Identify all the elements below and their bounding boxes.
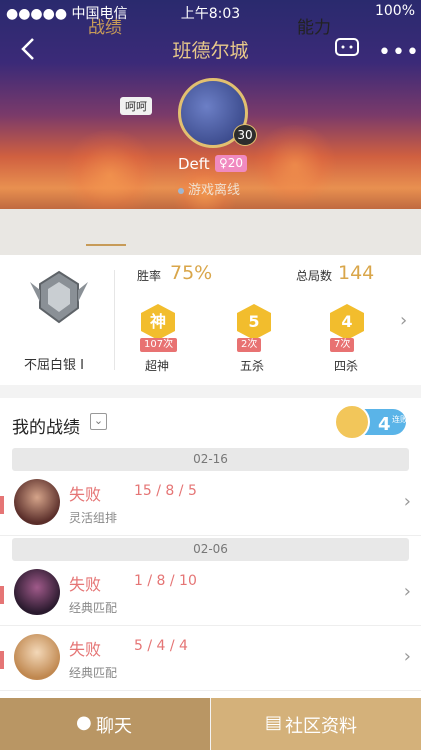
badge-glyph: 4	[330, 304, 364, 340]
filter-dropdown-icon[interactable]: ⌄	[90, 413, 107, 430]
champion-avatar	[14, 479, 60, 525]
firework-decoration	[60, 130, 160, 209]
status-dot-icon	[178, 187, 184, 194]
tab-record[interactable]: 战绩	[88, 13, 122, 38]
level-badge: 30	[233, 124, 257, 146]
history-title: 我的战绩	[12, 418, 80, 438]
community-profile-button[interactable]: ▤ 社区资料	[211, 698, 421, 750]
status-text: 游戏离线	[188, 183, 241, 198]
streak-count: 4	[378, 414, 391, 435]
gender-age-tag: ♀20	[215, 155, 247, 172]
profile-card-icon: ▤	[265, 712, 283, 733]
divider	[114, 270, 115, 370]
match-result: 失败	[69, 575, 102, 594]
match-row[interactable]: 失败 1 / 8 / 10 经典匹配 ›	[0, 563, 421, 626]
losing-streak-badge: 4 连败	[334, 404, 408, 440]
match-row[interactable]: 失败 5 / 4 / 4 经典匹配 ›	[0, 628, 421, 691]
firework-decoration	[250, 125, 340, 205]
champion-avatar	[14, 634, 60, 680]
match-kda: 1 / 8 / 10	[134, 573, 197, 589]
online-status: 游戏离线	[178, 179, 240, 198]
player-name: Deft	[178, 155, 210, 173]
chat-bubble-icon[interactable]	[334, 36, 360, 60]
rank-emblem-icon	[30, 270, 88, 324]
champion-avatar	[14, 569, 60, 615]
bottom-action-bar: ● 聊天 ▤ 社区资料	[0, 698, 421, 750]
badge-count: 107次	[140, 338, 178, 352]
chevron-right-icon: ›	[403, 581, 411, 602]
badge-name: 四杀	[334, 359, 359, 373]
date-separator: 02-16	[12, 448, 409, 471]
badge-name: 五杀	[240, 359, 265, 373]
match-mode: 经典匹配	[69, 601, 118, 615]
badge-glyph: 5	[237, 304, 271, 340]
badge-count: 7次	[330, 338, 355, 352]
total-games-label: 总局数	[296, 269, 333, 283]
match-row[interactable]: 失败 15 / 8 / 5 灵活组排 ›	[0, 473, 421, 536]
badge-name: 超神	[145, 359, 170, 373]
battery-text: 100%	[374, 3, 415, 19]
tab-bar	[0, 209, 421, 255]
match-mode: 经典匹配	[69, 666, 118, 680]
date-separator: 02-06	[12, 538, 409, 561]
total-games-value: 144	[338, 262, 375, 284]
profile-label: 社区资料	[285, 716, 357, 737]
loss-indicator	[0, 496, 4, 514]
streak-label: 连败	[392, 414, 408, 424]
chevron-right-icon: ›	[403, 646, 411, 667]
match-kda: 15 / 8 / 5	[134, 483, 197, 499]
match-mode: 灵活组排	[69, 511, 118, 525]
match-result: 失败	[69, 640, 102, 659]
win-rate-value: 75%	[170, 262, 213, 284]
chevron-right-icon: ›	[403, 491, 411, 512]
clock: 上午8:03	[180, 6, 241, 22]
match-kda: 5 / 4 / 4	[134, 638, 188, 654]
loss-indicator	[0, 651, 4, 669]
status-bar: ●●●●● 中国电信 上午8:03 100%	[0, 0, 421, 24]
chat-button[interactable]: ● 聊天	[0, 698, 210, 750]
tab-indicator	[86, 244, 126, 246]
chat-label: 聊天	[96, 716, 132, 737]
more-options-icon[interactable]: •••	[378, 40, 420, 65]
match-result: 失败	[69, 485, 102, 504]
win-rate-label: 胜率	[137, 269, 162, 283]
chat-icon: ●	[76, 712, 92, 733]
chevron-right-icon[interactable]: ›	[400, 310, 407, 331]
tab-ability[interactable]: 能力	[297, 13, 331, 38]
badge-glyph: 神	[141, 304, 175, 340]
badge-count: 2次	[237, 338, 262, 352]
loss-indicator	[0, 586, 4, 604]
speech-bubble: 呵呵	[120, 97, 152, 115]
rank-name: 不屈白银 I	[24, 358, 84, 373]
